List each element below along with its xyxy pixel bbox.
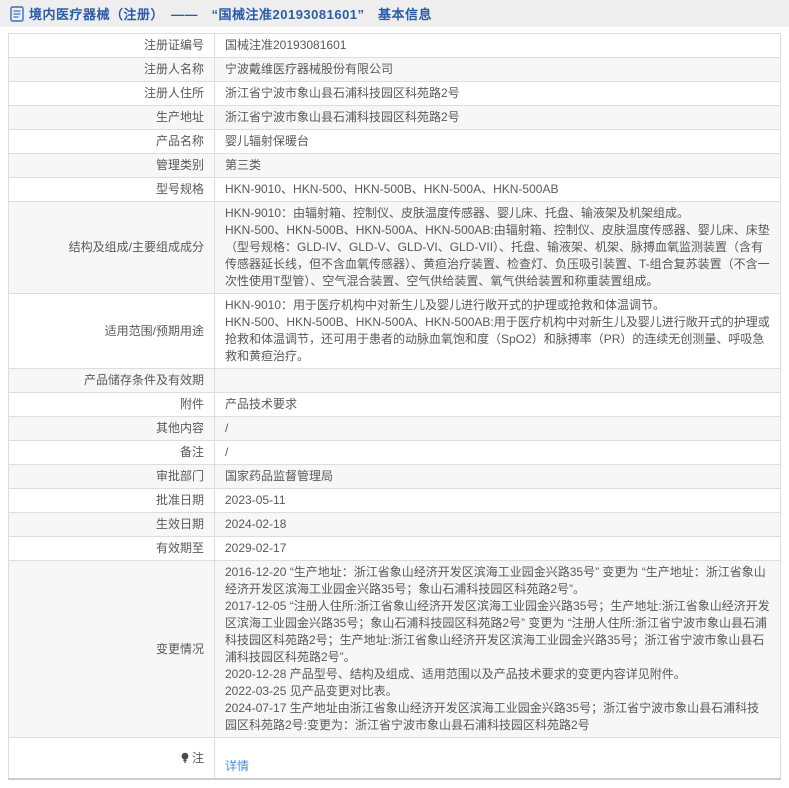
page-header: 境内医疗器械（注册） —— “国械注准20193081601” 基本信息 [0, 0, 789, 27]
row-label: 其他内容 [8, 416, 215, 441]
table-row-expiry-date: 有效期至 2029-02-17 [8, 536, 781, 561]
table-row-intended-use: 适用范围/预期用途 HKN-9010：用于医疗机构中对新生儿及婴儿进行敞开式的护… [8, 293, 781, 369]
row-value: HKN-9010：由辐射箱、控制仪、皮肤温度传感器、婴儿床、托盘、输液架及机架组… [214, 201, 781, 294]
row-label: 批准日期 [8, 488, 215, 513]
table-row-registrant-address: 注册人住所 浙江省宁波市象山县石浦科技园区科苑路2号 [8, 81, 781, 106]
row-value: 2024-02-18 [214, 512, 781, 537]
table-row-remarks: 备注 / [8, 440, 781, 465]
row-label: 有效期至 [8, 536, 215, 561]
table-row-change-history: 变更情况 2016-12-20 “生产地址：浙江省象山经济开发区滨海工业园金兴路… [8, 560, 781, 738]
table-row-attachment: 附件 产品技术要求 [8, 392, 781, 417]
lightbulb-icon [180, 752, 190, 764]
row-value: HKN-9010、HKN-500、HKN-500B、HKN-500A、HKN-5… [214, 177, 781, 202]
table-row-product-name: 产品名称 婴儿辐射保暖台 [8, 129, 781, 154]
row-value: 2023-05-11 [214, 488, 781, 513]
row-label: 注册证编号 [8, 33, 215, 58]
row-label: 注册人住所 [8, 81, 215, 106]
row-label: 附件 [8, 392, 215, 417]
row-value [214, 368, 781, 393]
row-label: 型号规格 [8, 177, 215, 202]
row-label: 产品名称 [8, 129, 215, 154]
registration-info-table: 注册证编号 国械注准20193081601 注册人名称 宁波戴维医疗器械股份有限… [8, 33, 781, 780]
row-value: 产品技术要求 [214, 392, 781, 417]
row-value: 国械注准20193081601 [214, 33, 781, 58]
table-row-registrant-name: 注册人名称 宁波戴维医疗器械股份有限公司 [8, 57, 781, 82]
row-label: 备注 [8, 440, 215, 465]
table-row-effective-date: 生效日期 2024-02-18 [8, 512, 781, 537]
row-value: / [214, 416, 781, 441]
row-label: 变更情况 [8, 560, 215, 738]
row-value: / [214, 440, 781, 465]
table-row-structure-composition: 结构及组成/主要组成成分 HKN-9010：由辐射箱、控制仪、皮肤温度传感器、婴… [8, 201, 781, 294]
registration-info-page: 境内医疗器械（注册） —— “国械注准20193081601” 基本信息 注册证… [0, 0, 789, 780]
details-link[interactable]: 详情 [225, 759, 249, 773]
table-row-model-spec: 型号规格 HKN-9010、HKN-500、HKN-500B、HKN-500A、… [8, 177, 781, 202]
row-value: 2016-12-20 “生产地址：浙江省象山经济开发区滨海工业园金兴路35号” … [214, 560, 781, 738]
row-label: 审批部门 [8, 464, 215, 489]
row-value: 国家药品监督管理局 [214, 464, 781, 489]
row-label: 结构及组成/主要组成成分 [8, 201, 215, 294]
table-row-storage-validity: 产品储存条件及有效期 [8, 368, 781, 393]
info-table-container: 注册证编号 国械注准20193081601 注册人名称 宁波戴维医疗器械股份有限… [8, 33, 781, 780]
row-label: 管理类别 [8, 153, 215, 178]
table-row-other-content: 其他内容 / [8, 416, 781, 441]
row-label: 注 [8, 737, 215, 780]
row-label: 产品储存条件及有效期 [8, 368, 215, 393]
table-row-approval-department: 审批部门 国家药品监督管理局 [8, 464, 781, 489]
row-value: 宁波戴维医疗器械股份有限公司 [214, 57, 781, 82]
row-value: HKN-9010：用于医疗机构中对新生儿及婴儿进行敞开式的护理或抢救和体温调节。… [214, 293, 781, 369]
row-value: 浙江省宁波市象山县石浦科技园区科苑路2号 [214, 81, 781, 106]
row-label: 生产地址 [8, 105, 215, 130]
document-icon [10, 5, 24, 22]
row-value: 详情 [214, 737, 781, 780]
row-label: 注册人名称 [8, 57, 215, 82]
table-row-approval-date: 批准日期 2023-05-11 [8, 488, 781, 513]
row-label: 适用范围/预期用途 [8, 293, 215, 369]
row-value: 婴儿辐射保暖台 [214, 129, 781, 154]
table-row-note: 注 详情 [8, 737, 781, 780]
row-label: 生效日期 [8, 512, 215, 537]
note-label: 注 [191, 750, 204, 765]
table-row-registration-number: 注册证编号 国械注准20193081601 [8, 33, 781, 58]
row-value: 2029-02-17 [214, 536, 781, 561]
row-value: 第三类 [214, 153, 781, 178]
page-title: 境内医疗器械（注册） —— “国械注准20193081601” 基本信息 [29, 7, 433, 22]
table-row-production-address: 生产地址 浙江省宁波市象山县石浦科技园区科苑路2号 [8, 105, 781, 130]
row-value: 浙江省宁波市象山县石浦科技园区科苑路2号 [214, 105, 781, 130]
table-row-management-category: 管理类别 第三类 [8, 153, 781, 178]
